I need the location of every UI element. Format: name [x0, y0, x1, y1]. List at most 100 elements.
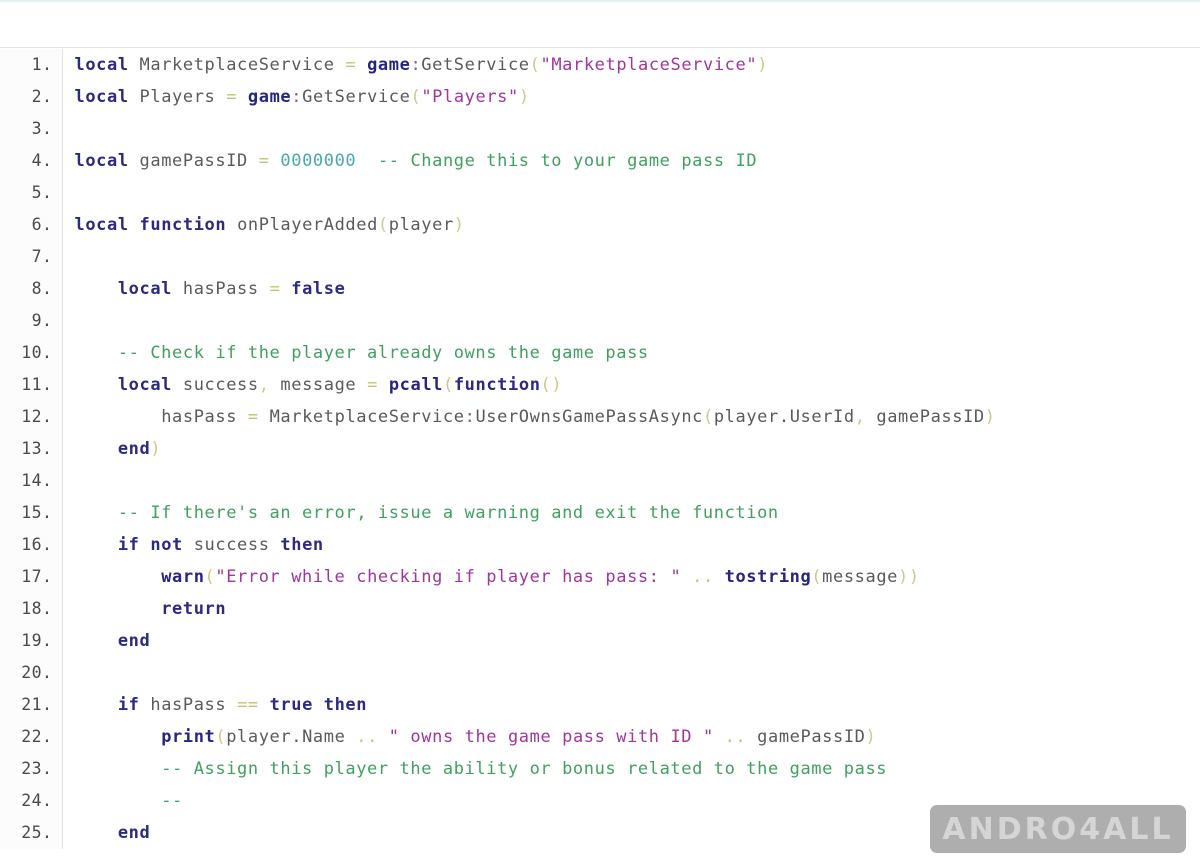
token-kw: local — [117, 279, 173, 299]
code-line-source[interactable]: local Players = game:GetService("Players… — [62, 81, 1200, 113]
token-id: gamePassID — [876, 407, 985, 427]
token-pun: () — [540, 375, 563, 395]
token-id — [746, 727, 757, 747]
line-number: 14. — [0, 465, 63, 497]
code-line-source[interactable]: -- If there's an error, issue a warning … — [62, 497, 1200, 529]
code-line: 15. -- If there's an error, issue a warn… — [0, 497, 1200, 529]
code-line-source[interactable]: local success, message = pcall(function(… — [62, 369, 1200, 401]
code-line-source[interactable]: local function onPlayerAdded(player) — [62, 209, 1200, 241]
code-line-source[interactable]: local MarketplaceService = game:GetServi… — [62, 49, 1200, 81]
token-pun: , — [854, 407, 866, 427]
code-line-source[interactable]: hasPass = MarketplaceService:UserOwnsGam… — [62, 401, 1200, 433]
token-id — [237, 407, 248, 427]
token-bi: warn — [161, 567, 205, 587]
token-id — [172, 279, 183, 299]
token-id — [270, 375, 281, 395]
code-line: 4. local gamePassID = 0000000 -- Change t… — [0, 145, 1200, 177]
code-line: 9. — [0, 305, 1200, 337]
editor-header-band — [0, 3, 1200, 48]
token-num: 0000000 — [280, 151, 357, 171]
token-bi: print — [161, 727, 216, 747]
token-kw: if — [117, 695, 140, 715]
token-com: -- — [161, 791, 183, 811]
token-pun: ( — [443, 375, 454, 395]
code-line-source[interactable] — [62, 113, 1200, 145]
token-kw: end — [117, 631, 151, 651]
token-pun: ) — [865, 727, 877, 747]
code-line-source[interactable] — [62, 465, 1200, 497]
token-id — [75, 535, 118, 555]
line-number: 18. — [0, 593, 63, 625]
code-line: 14. — [0, 465, 1200, 497]
token-id — [270, 151, 281, 171]
code-lines-body: 1. local MarketplaceService = game:GetSer… — [0, 49, 1200, 849]
code-line-source[interactable]: warn("Error while checking if player has… — [62, 561, 1200, 593]
code-lines-table: 1. local MarketplaceService = game:GetSer… — [0, 49, 1200, 849]
token-pun: ( — [529, 55, 541, 75]
code-line-source[interactable]: local hasPass = false — [62, 273, 1200, 305]
token-id — [356, 55, 367, 75]
token-pun: ( — [204, 567, 216, 587]
code-line-source[interactable]: end — [62, 817, 1200, 849]
token-op: = — [269, 279, 281, 299]
token-kw: then — [323, 695, 368, 715]
code-line-source[interactable]: return — [62, 593, 1200, 625]
token-id — [259, 407, 270, 427]
token-kw: false — [291, 279, 346, 299]
code-line-source[interactable] — [62, 241, 1200, 273]
code-line-source[interactable]: if hasPass == true then — [62, 689, 1200, 721]
token-id — [75, 695, 118, 715]
code-line: 19. end — [0, 625, 1200, 657]
code-line-source[interactable]: if not success then — [62, 529, 1200, 561]
line-number: 10. — [0, 337, 63, 369]
token-op: == — [237, 695, 259, 715]
code-line: 5. — [0, 177, 1200, 209]
token-id: GetService — [302, 87, 411, 107]
code-line-source[interactable]: end) — [62, 433, 1200, 465]
code-line: 21. if hasPass == true then — [0, 689, 1200, 721]
code-line-source[interactable] — [62, 657, 1200, 689]
token-op: .. — [692, 567, 714, 587]
token-id — [75, 375, 118, 395]
code-line-source[interactable]: -- — [62, 785, 1200, 817]
code-line-source[interactable]: end — [62, 625, 1200, 657]
line-number: 24. — [0, 785, 63, 817]
token-id — [140, 695, 151, 715]
code-editor-pane[interactable]: 1. local MarketplaceService = game:GetSer… — [0, 49, 1200, 857]
code-line-source[interactable] — [62, 177, 1200, 209]
line-number: 19. — [0, 625, 63, 657]
token-pun: ) — [453, 215, 465, 235]
token-pun: ) — [150, 439, 162, 459]
code-line-source[interactable]: print(player.Name .. " owns the game pas… — [62, 721, 1200, 753]
token-id — [75, 439, 118, 459]
token-op: = — [247, 407, 259, 427]
token-kw: local — [74, 215, 129, 235]
token-id — [172, 375, 183, 395]
token-id — [681, 567, 692, 587]
token-id — [345, 727, 356, 747]
token-id — [75, 503, 118, 523]
code-line: 13. end) — [0, 433, 1200, 465]
code-listing-screenshot: 1. local MarketplaceService = game:GetSer… — [0, 0, 1200, 857]
code-line-source[interactable]: -- Check if the player already owns the … — [62, 337, 1200, 369]
code-line: 8. local hasPass = false — [0, 273, 1200, 305]
token-op: = — [367, 375, 378, 395]
token-id — [356, 151, 378, 171]
token-com: -- Check if the player already owns the … — [117, 343, 649, 363]
token-id — [129, 151, 140, 171]
code-line-source[interactable]: local gamePassID = 0000000 -- Change thi… — [62, 145, 1200, 177]
line-number: 21. — [0, 689, 63, 721]
code-line: 17. warn("Error while checking if player… — [0, 561, 1200, 593]
line-number: 16. — [0, 529, 63, 561]
code-line-source[interactable] — [62, 305, 1200, 337]
token-id: onPlayerAdded — [237, 215, 378, 235]
token-kw: end — [117, 823, 151, 843]
token-id — [280, 279, 291, 299]
token-id — [714, 727, 725, 747]
token-str: "Players" — [421, 87, 519, 107]
code-line-source[interactable]: -- Assign this player the ability or bon… — [62, 753, 1200, 785]
line-number: 6. — [0, 209, 63, 241]
token-id — [129, 55, 140, 75]
token-pun: ) — [518, 87, 530, 107]
token-pun: )) — [898, 567, 920, 587]
